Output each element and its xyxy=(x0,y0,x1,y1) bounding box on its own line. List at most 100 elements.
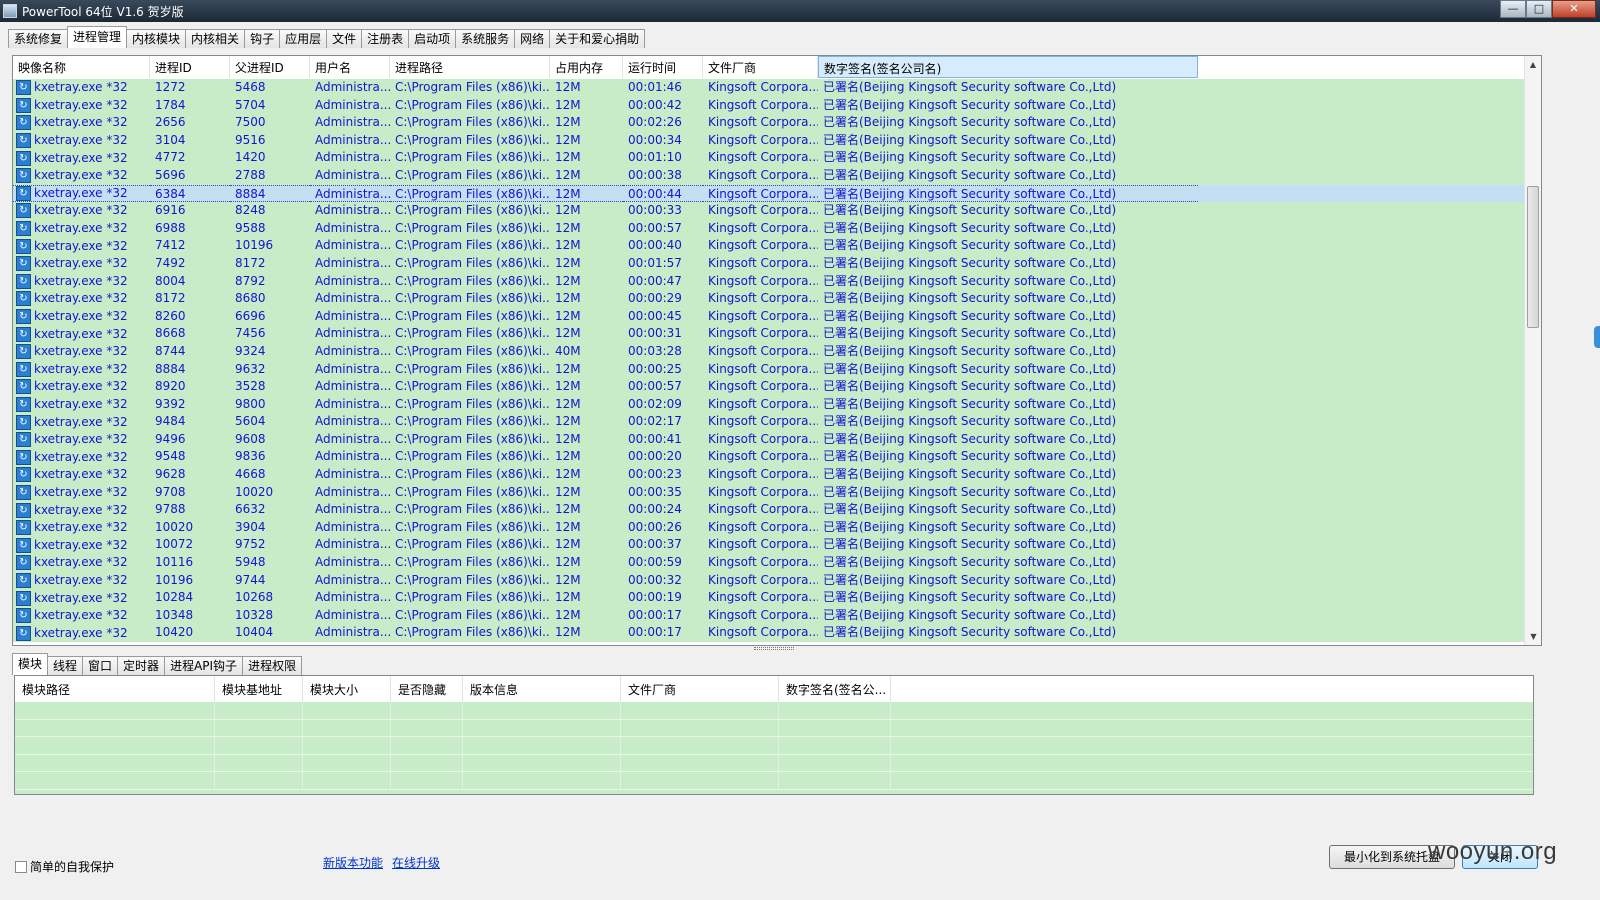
module-column-header[interactable]: 模块大小 xyxy=(303,676,391,702)
column-header[interactable]: 进程ID xyxy=(150,56,230,78)
table-row[interactable]: ↻ kxetray.exe *32 10116 5948 Administra... C:… xyxy=(13,554,1525,572)
table-row[interactable]: ↻ kxetray.exe *32 1272 5468 Administra... C:\… xyxy=(13,79,1525,97)
column-header[interactable]: 运行时间 xyxy=(623,56,703,78)
table-row[interactable]: ↻ kxetray.exe *32 8920 3528 Administra... C:\… xyxy=(13,378,1525,396)
process-name: kxetray.exe *32 xyxy=(34,467,128,482)
self-protect-checkbox[interactable]: 简单的自我保护 xyxy=(15,858,114,875)
cell-vendor: Kingsoft Corpora... xyxy=(708,431,818,446)
column-header[interactable]: 占用内存 xyxy=(550,56,623,78)
column-header[interactable]: 父进程ID xyxy=(230,56,310,78)
tab-main-11[interactable]: 关于和爱心捐助 xyxy=(549,29,646,48)
cell-pid: 6988 xyxy=(155,220,186,235)
process-name-cell: ↻ kxetray.exe *32 xyxy=(13,184,150,203)
table-row[interactable]: ↻ kxetray.exe *32 9484 5604 Administra... C:\… xyxy=(13,413,1525,431)
table-row[interactable]: ↻ kxetray.exe *32 7492 8172 Administra... C:\… xyxy=(13,254,1525,273)
module-column-header[interactable]: 是否隐藏 xyxy=(391,676,463,702)
column-header[interactable]: 映像名称 xyxy=(13,56,150,78)
tab-detail-1[interactable]: 线程 xyxy=(47,656,84,675)
table-row[interactable]: ↻ kxetray.exe *32 6988 9588 Administra... C:\… xyxy=(13,219,1525,238)
cell-pid: 8884 xyxy=(155,361,186,376)
table-row[interactable]: ↻ kxetray.exe *32 4772 1420 Administra... C:\… xyxy=(13,149,1525,167)
tab-main-4[interactable]: 钩子 xyxy=(244,29,281,48)
tab-main-5[interactable]: 应用层 xyxy=(279,29,328,48)
scroll-down-arrow-icon[interactable]: ▼ xyxy=(1525,628,1541,645)
table-row[interactable]: ↻ kxetray.exe *32 6384 8884 Administra... C:\… xyxy=(13,184,1525,203)
tab-detail-2[interactable]: 窗口 xyxy=(82,656,119,675)
tab-main-10[interactable]: 网络 xyxy=(514,29,551,48)
process-icon: ↻ xyxy=(16,344,31,360)
cell-pid: 10020 xyxy=(155,519,194,534)
tab-main-3[interactable]: 内核相关 xyxy=(185,29,246,48)
watermark-text: wooyun.org xyxy=(1428,838,1558,865)
table-row[interactable]: ↻ kxetray.exe *32 9496 9608 Administra... C:\… xyxy=(13,430,1525,449)
table-row[interactable]: ↻ kxetray.exe *32 8668 7456 Administra... C:\… xyxy=(13,325,1525,343)
tab-detail-3[interactable]: 定时器 xyxy=(117,656,166,675)
table-row[interactable]: ↻ kxetray.exe *32 10196 9744 Administra... C:… xyxy=(13,571,1525,590)
cell-path: C:\Program Files (x86)\ki... xyxy=(395,291,550,306)
table-row[interactable]: ↻ kxetray.exe *32 8884 9632 Administra... C:\… xyxy=(13,360,1525,379)
minimize-button[interactable]: — xyxy=(1500,0,1526,18)
table-row[interactable]: ↻ kxetray.exe *32 10348 10328 Administra... C… xyxy=(13,606,1525,625)
tab-main-8[interactable]: 启动项 xyxy=(408,29,457,48)
table-row[interactable]: ↻ kxetray.exe *32 5696 2788 Administra... C:\… xyxy=(13,166,1525,185)
tab-main-9[interactable]: 系统服务 xyxy=(455,29,516,48)
column-header[interactable]: 用户名 xyxy=(310,56,390,78)
tab-main-7[interactable]: 注册表 xyxy=(361,29,410,48)
table-row[interactable]: ↻ kxetray.exe *32 9548 9836 Administra... C:\… xyxy=(13,448,1525,467)
app-icon xyxy=(3,4,17,18)
table-row[interactable]: ↻ kxetray.exe *32 6916 8248 Administra... C:\… xyxy=(13,202,1525,220)
table-row[interactable]: ↻ kxetray.exe *32 8004 8792 Administra... C:\… xyxy=(13,272,1525,291)
module-column-header[interactable]: 版本信息 xyxy=(463,676,621,702)
online-update-link[interactable]: 在线升级 xyxy=(392,854,440,871)
scroll-up-arrow-icon[interactable]: ▲ xyxy=(1525,56,1541,73)
tab-detail-5[interactable]: 进程权限 xyxy=(242,656,303,675)
table-row[interactable]: ↻ kxetray.exe *32 9628 4668 Administra... C:\… xyxy=(13,466,1525,484)
module-column-header[interactable]: 模块路径 xyxy=(15,676,215,702)
table-row[interactable]: ↻ kxetray.exe *32 9708 10020 Administra... C:… xyxy=(13,483,1525,502)
process-icon: ↻ xyxy=(16,97,31,113)
module-column-header[interactable]: 数字签名(签名公... xyxy=(779,676,891,702)
table-row[interactable]: ↻ kxetray.exe *32 7412 10196 Administra... C:… xyxy=(13,237,1525,255)
tab-main-0[interactable]: 系统修复 xyxy=(8,29,69,48)
table-row[interactable]: ↻ kxetray.exe *32 10420 10404 Administra... C… xyxy=(13,624,1525,642)
close-window-button[interactable]: ✕ xyxy=(1552,0,1596,18)
tab-detail-4[interactable]: 进程API钩子 xyxy=(164,656,244,675)
table-row[interactable]: ↻ kxetray.exe *32 8744 9324 Administra... C:\… xyxy=(13,342,1525,361)
table-row[interactable]: ↻ kxetray.exe *32 3104 9516 Administra... C:\… xyxy=(13,131,1525,150)
cell-vendor: Kingsoft Corpora... xyxy=(708,308,818,323)
new-features-link[interactable]: 新版本功能 xyxy=(323,854,383,871)
table-row[interactable]: ↻ kxetray.exe *32 2656 7500 Administra... C:\… xyxy=(13,114,1525,132)
checkbox-box[interactable] xyxy=(15,860,27,873)
module-column-header[interactable]: 模块基地址 xyxy=(215,676,303,702)
tab-detail-0[interactable]: 模块 xyxy=(12,653,49,675)
scroll-thumb[interactable] xyxy=(1527,186,1539,328)
table-row[interactable]: ↻ kxetray.exe *32 9788 6632 Administra... C:\… xyxy=(13,501,1525,519)
maximize-button[interactable]: □ xyxy=(1526,0,1552,18)
cell-time: 00:00:59 xyxy=(628,555,682,570)
tab-main-1[interactable]: 进程管理 xyxy=(67,26,128,48)
cell-vendor: Kingsoft Corpora... xyxy=(708,625,818,640)
cell-mem: 12M xyxy=(555,150,581,165)
panel-splitter[interactable] xyxy=(754,647,794,650)
side-handle[interactable] xyxy=(1594,326,1600,348)
tab-main-6[interactable]: 文件 xyxy=(326,29,363,48)
process-name-cell: ↻ kxetray.exe *32 xyxy=(13,501,150,519)
cell-mem: 12M xyxy=(555,273,581,288)
process-icon: ↻ xyxy=(16,572,31,588)
process-list-scrollbar[interactable]: ▲ ▼ xyxy=(1524,56,1541,645)
table-row[interactable]: ↻ kxetray.exe *32 10020 3904 Administra... C:… xyxy=(13,518,1525,537)
process-name: kxetray.exe *32 xyxy=(34,379,128,394)
module-list-header: 模块路径 模块基地址 模块大小 是否隐藏 版本信息 文件厂商 数字签名(签名公... xyxy=(15,676,1533,702)
table-row[interactable]: ↻ kxetray.exe *32 8260 6696 Administra... C:\… xyxy=(13,307,1525,326)
table-row[interactable]: ↻ kxetray.exe *32 10072 9752 Administra... C:… xyxy=(13,536,1525,555)
column-header[interactable]: 进程路径 xyxy=(390,56,550,78)
table-row[interactable]: ↻ kxetray.exe *32 1784 5704 Administra... C:\… xyxy=(13,96,1525,115)
table-row[interactable]: ↻ kxetray.exe *32 9392 9800 Administra... C:\… xyxy=(13,395,1525,414)
table-row[interactable]: ↻ kxetray.exe *32 8172 8680 Administra... C:\… xyxy=(13,290,1525,308)
tab-main-2[interactable]: 内核模块 xyxy=(126,29,187,48)
module-column-header[interactable]: 文件厂商 xyxy=(621,676,779,702)
cell-pid: 3104 xyxy=(155,132,186,147)
column-header[interactable]: 文件厂商 xyxy=(703,56,818,78)
table-row[interactable]: ↻ kxetray.exe *32 10284 10268 Administra... C… xyxy=(13,589,1525,607)
column-header[interactable]: 数字签名(签名公司名) xyxy=(818,56,1198,78)
